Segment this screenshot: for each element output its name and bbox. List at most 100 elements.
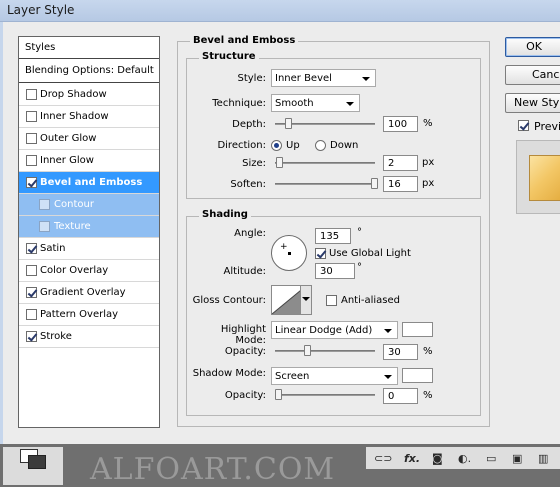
highlight-mode-value: Linear Dodge (Add): [275, 325, 373, 336]
style-checkbox[interactable]: [26, 331, 37, 342]
depth-slider-thumb[interactable]: [285, 118, 292, 129]
style-checkbox[interactable]: [26, 177, 37, 188]
shadow-opacity-input[interactable]: 0: [383, 388, 418, 404]
style-checkbox[interactable]: [26, 265, 37, 276]
angle-label: Angle:: [234, 228, 266, 239]
layer-style-dialog: Styles Blending Options: Default Drop Sh…: [0, 22, 560, 444]
preview-checkbox[interactable]: [518, 120, 529, 131]
soften-slider-thumb[interactable]: [371, 178, 378, 189]
style-checkbox[interactable]: [26, 309, 37, 320]
blending-options-label: Blending Options: Default: [25, 65, 154, 76]
size-slider-track[interactable]: [275, 162, 375, 164]
style-checkbox[interactable]: [26, 89, 37, 100]
highlight-opacity-value: 30: [388, 347, 401, 358]
color-swatches-tile: [3, 447, 63, 485]
soften-slider-track[interactable]: [275, 183, 375, 185]
shadow-mode-dropdown[interactable]: Screen: [271, 367, 398, 385]
soften-value: 16: [388, 179, 401, 190]
style-item-label: Contour: [54, 199, 94, 210]
style-checkbox[interactable]: [39, 199, 50, 210]
preview-label: Preview: [534, 120, 560, 133]
technique-label: Technique:: [212, 98, 266, 109]
size-slider-thumb[interactable]: [276, 157, 283, 168]
style-item-gradient-overlay[interactable]: Gradient Overlay: [19, 282, 159, 304]
window-titlebar: Layer Style: [0, 0, 560, 22]
crosshair-icon: +: [280, 242, 288, 252]
style-checkbox[interactable]: [26, 243, 37, 254]
highlight-opacity-input[interactable]: 30: [383, 344, 418, 360]
style-item-stroke[interactable]: Stroke: [19, 326, 159, 348]
mask-icon[interactable]: ◙: [432, 452, 443, 465]
altitude-input[interactable]: 30: [315, 263, 355, 279]
style-item-label: Satin: [40, 243, 66, 254]
structure-legend: Structure: [199, 51, 259, 62]
shadow-opacity-label: Opacity:: [224, 390, 266, 401]
style-preview-thumbnail: [516, 140, 560, 214]
style-item-pattern-overlay[interactable]: Pattern Overlay: [19, 304, 159, 326]
style-item-label: Pattern Overlay: [40, 309, 119, 320]
styles-header[interactable]: Styles: [19, 37, 159, 59]
fx-icon[interactable]: fx.: [404, 452, 420, 465]
highlight-opacity-thumb[interactable]: [304, 345, 311, 356]
style-item-texture[interactable]: Texture: [19, 216, 159, 238]
shadow-color-swatch[interactable]: [402, 368, 433, 383]
link-icon[interactable]: ⊂⊃: [374, 452, 392, 465]
gloss-contour-dropdown[interactable]: [300, 285, 312, 315]
use-global-light-checkbox[interactable]: [315, 248, 326, 259]
new-style-button-label: New Style...: [514, 96, 560, 109]
shading-group: [186, 216, 481, 416]
new-layer-icon[interactable]: ▣: [512, 452, 522, 465]
new-style-button[interactable]: New Style...: [505, 93, 560, 113]
direction-up-radio[interactable]: [271, 140, 282, 151]
size-value: 2: [388, 158, 395, 169]
angle-dial[interactable]: +: [271, 235, 307, 271]
style-item-inner-shadow[interactable]: Inner Shadow: [19, 106, 159, 128]
highlight-opacity-track[interactable]: [275, 350, 375, 352]
depth-unit: %: [423, 118, 433, 129]
shadow-opacity-thumb[interactable]: [275, 389, 282, 400]
highlight-color-swatch[interactable]: [402, 322, 433, 337]
soften-unit: px: [422, 178, 435, 189]
soften-label: Soften:: [230, 179, 266, 190]
style-checkbox[interactable]: [26, 111, 37, 122]
style-item-satin[interactable]: Satin: [19, 238, 159, 260]
style-checkbox[interactable]: [26, 155, 37, 166]
anti-aliased-checkbox[interactable]: [326, 295, 337, 306]
altitude-unit: °: [357, 262, 362, 273]
folder-icon[interactable]: ▭: [486, 452, 496, 465]
blending-options-item[interactable]: Blending Options: Default: [19, 59, 159, 83]
style-item-bevel-and-emboss[interactable]: Bevel and Emboss: [19, 172, 159, 194]
style-item-label: Outer Glow: [40, 133, 97, 144]
dial-center-icon: [288, 252, 291, 255]
size-input[interactable]: 2: [383, 155, 418, 171]
direction-down-radio[interactable]: [315, 140, 326, 151]
shadow-opacity-unit: %: [423, 390, 433, 401]
style-checkbox[interactable]: [26, 133, 37, 144]
angle-input[interactable]: 135: [315, 228, 351, 244]
background-color-icon[interactable]: [28, 455, 46, 469]
shadow-opacity-track[interactable]: [275, 394, 375, 396]
style-label: Style:: [237, 73, 267, 84]
highlight-mode-dropdown[interactable]: Linear Dodge (Add): [271, 321, 398, 339]
ok-button[interactable]: OK: [505, 37, 560, 57]
style-item-contour[interactable]: Contour: [19, 194, 159, 216]
style-checkbox[interactable]: [39, 221, 50, 232]
styles-list: Styles Blending Options: Default Drop Sh…: [18, 36, 160, 428]
style-item-outer-glow[interactable]: Outer Glow: [19, 128, 159, 150]
style-item-color-overlay[interactable]: Color Overlay: [19, 260, 159, 282]
technique-dropdown[interactable]: Smooth: [271, 94, 360, 112]
cancel-button[interactable]: Cancel: [505, 65, 560, 85]
adjustment-icon[interactable]: ◐.: [458, 452, 471, 465]
trash-icon[interactable]: ▥: [538, 452, 548, 465]
style-item-label: Drop Shadow: [40, 89, 107, 100]
shadow-opacity-value: 0: [388, 391, 395, 402]
size-label: Size:: [242, 158, 266, 169]
style-item-drop-shadow[interactable]: Drop Shadow: [19, 84, 159, 106]
style-checkbox[interactable]: [26, 287, 37, 298]
layers-toolbar: ⊂⊃ fx. ◙ ◐. ▭ ▣ ▥: [366, 447, 560, 469]
depth-input[interactable]: 100: [383, 116, 418, 132]
style-dropdown[interactable]: Inner Bevel: [271, 69, 376, 87]
styles-header-label: Styles: [25, 42, 56, 53]
soften-input[interactable]: 16: [383, 176, 418, 192]
style-item-inner-glow[interactable]: Inner Glow: [19, 150, 159, 172]
